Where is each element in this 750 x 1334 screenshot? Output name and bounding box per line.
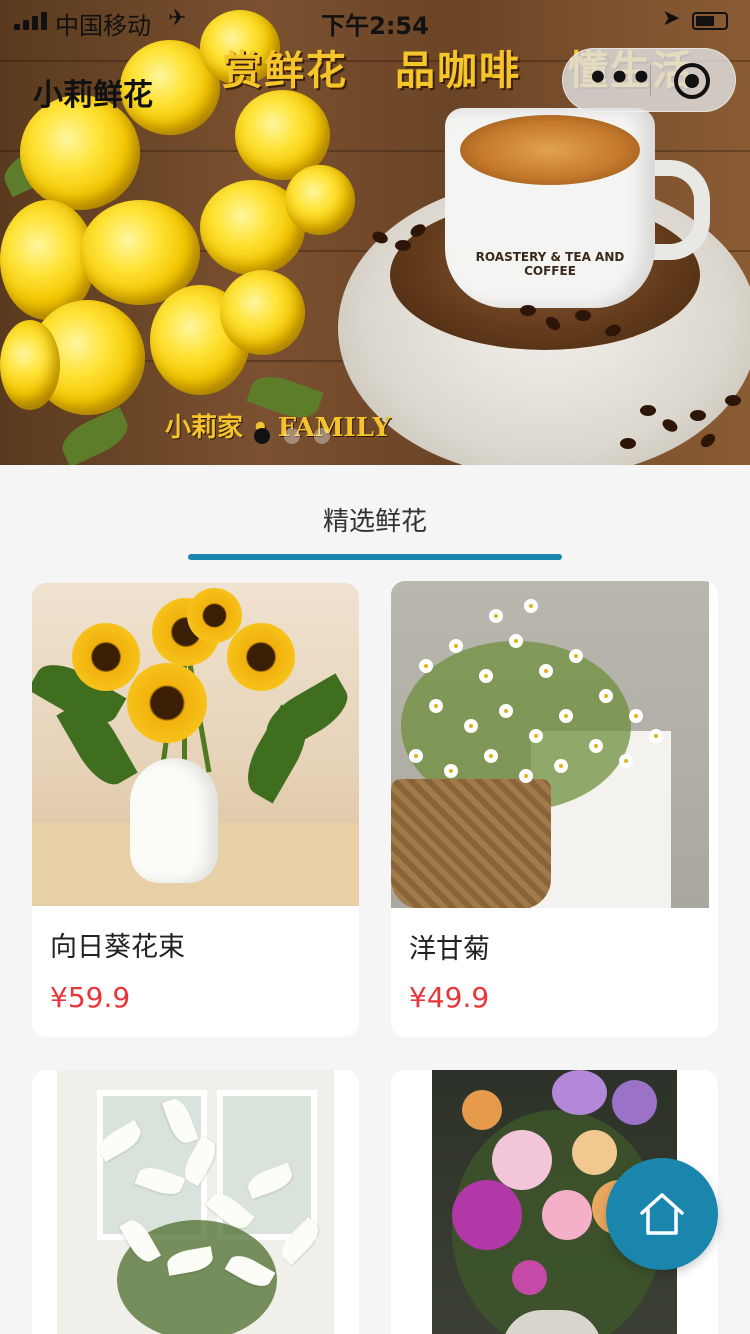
- carousel-dots: [254, 428, 330, 444]
- cup-print: ROASTERY & TEA AND COFFEE: [475, 250, 625, 278]
- slogan-1: 赏鲜花: [222, 47, 348, 94]
- chamomile-photo: [391, 581, 709, 908]
- home-button[interactable]: [606, 1158, 718, 1270]
- target-circle-icon[interactable]: [674, 63, 710, 99]
- product-card[interactable]: 洋甘菊 ¥49.9: [391, 581, 718, 1037]
- more-dots-icon[interactable]: •••: [587, 61, 652, 101]
- product-name: 洋甘菊: [409, 934, 490, 965]
- product-price: ¥49.9: [409, 981, 490, 1014]
- carousel-dot[interactable]: [254, 428, 270, 444]
- lily-photo: [57, 1070, 334, 1334]
- product-card[interactable]: 向日葵花束 ¥59.9: [32, 583, 359, 1037]
- status-bar: 中国移动 ✈ 下午2:54 ➤: [0, 0, 750, 40]
- battery-icon: [692, 12, 728, 30]
- home-icon: [640, 1193, 684, 1235]
- capsule-divider: [650, 65, 651, 97]
- page-title: 小莉鲜花: [33, 78, 153, 113]
- slogan-2: 品咖啡: [395, 47, 521, 94]
- carousel-dot[interactable]: [284, 428, 300, 444]
- product-name: 向日葵花束: [50, 932, 185, 963]
- product-card[interactable]: [32, 1070, 359, 1334]
- status-time: 下午2:54: [321, 12, 429, 40]
- mini-program-capsule: •••: [562, 48, 736, 112]
- carousel-dot[interactable]: [314, 428, 330, 444]
- sunflower-photo: [32, 583, 359, 906]
- category-tab-bar: 精选鲜花: [0, 465, 750, 565]
- tab-active-indicator: [188, 554, 562, 560]
- location-arrow-icon: ➤: [662, 6, 681, 31]
- tab-featured-flowers[interactable]: 精选鲜花: [0, 501, 750, 538]
- product-price: ¥59.9: [50, 981, 131, 1014]
